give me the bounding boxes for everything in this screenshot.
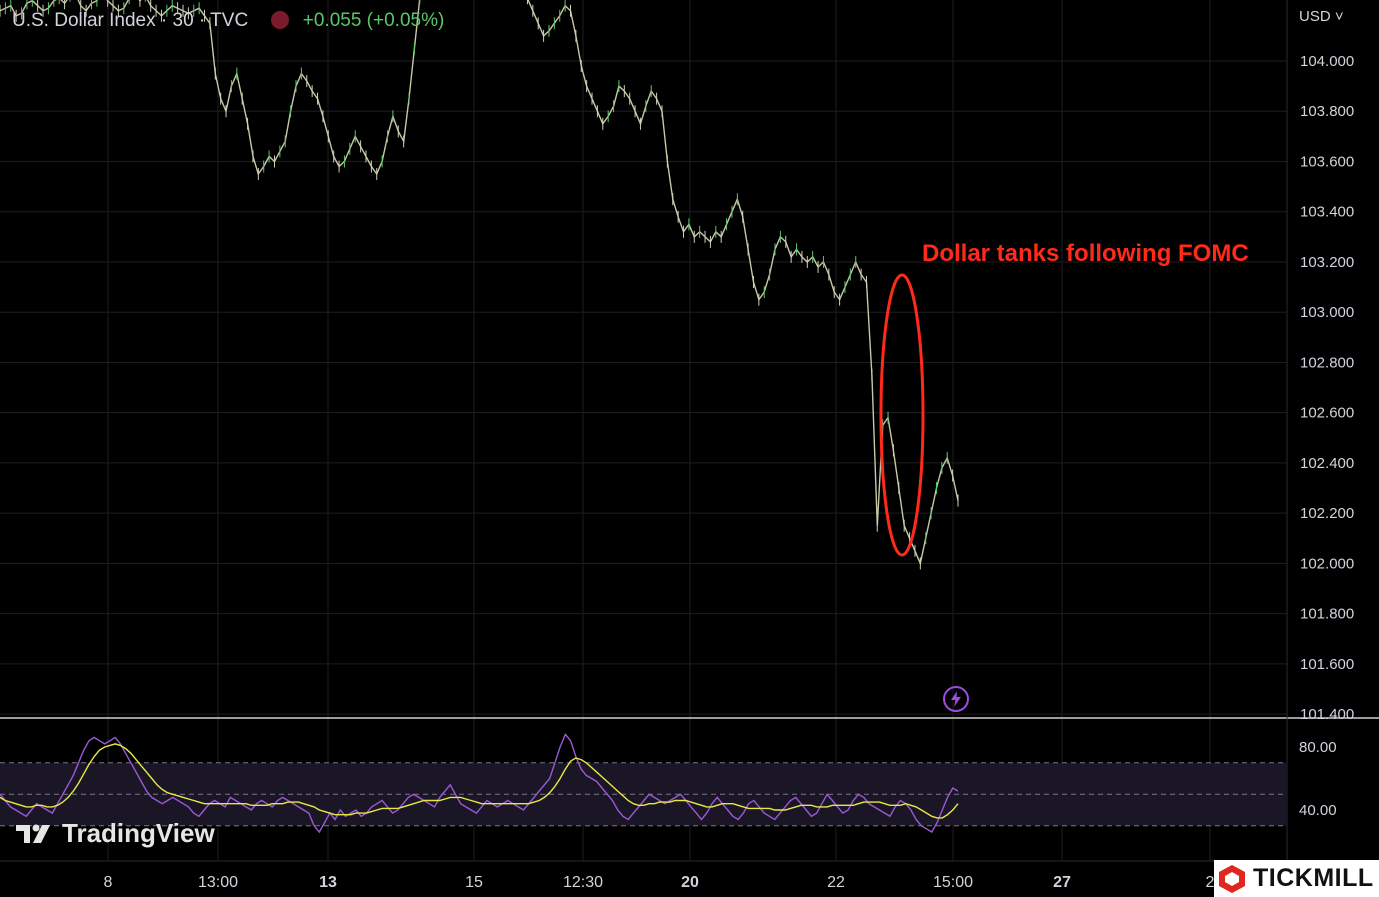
price-tick-label: 102.600 bbox=[1300, 405, 1354, 422]
price-tick-label: 101.600 bbox=[1300, 656, 1354, 673]
rsi-axis: 80.00 40.00 bbox=[1299, 739, 1337, 819]
rsi-tick-label: 80.00 bbox=[1299, 739, 1337, 756]
price-tick-label: 103.200 bbox=[1300, 254, 1354, 271]
time-tick-label: 15:00 bbox=[933, 874, 973, 891]
price-tick-label: 102.000 bbox=[1300, 555, 1354, 572]
price-tick-label: 103.800 bbox=[1300, 103, 1354, 120]
rsi-bands bbox=[0, 762, 1287, 827]
flag-icon bbox=[271, 11, 290, 29]
chart-header: U.S. Dollar Index · 30 · TVC +0.055 (+0.… bbox=[12, 10, 444, 32]
price-tick-label: 101.400 bbox=[1300, 706, 1354, 723]
tickmill-logo: TICKMILL bbox=[1214, 860, 1379, 897]
symbol-title[interactable]: U.S. Dollar Index · 30 · TVC bbox=[12, 10, 248, 31]
tickmill-wordmark: TICKMILL bbox=[1253, 864, 1374, 892]
tickmill-icon bbox=[1219, 864, 1245, 893]
price-tick-label: 101.800 bbox=[1300, 606, 1354, 623]
lightning-icon[interactable] bbox=[943, 686, 969, 712]
currency-selector[interactable]: USD ˅ bbox=[1299, 8, 1344, 25]
time-tick-label: 20 bbox=[681, 874, 699, 891]
price-line bbox=[0, 0, 959, 566]
time-tick-label: 13:00 bbox=[198, 874, 238, 891]
price-tick-label: 103.000 bbox=[1300, 304, 1354, 321]
price-change: +0.055 (+0.05%) bbox=[302, 10, 445, 31]
price-tick-label: 102.200 bbox=[1300, 505, 1354, 522]
price-tick-label: 103.600 bbox=[1300, 153, 1354, 170]
time-tick-label: 15 bbox=[465, 874, 483, 891]
time-tick-label: 8 bbox=[104, 874, 113, 891]
price-tick-label: 102.800 bbox=[1300, 354, 1354, 371]
time-tick-label: 13 bbox=[319, 874, 337, 891]
tradingview-icon bbox=[16, 824, 50, 843]
price-tick-label: 102.400 bbox=[1300, 455, 1354, 472]
tradingview-wordmark: TradingView bbox=[62, 818, 215, 848]
price-tick-label: 104.000 bbox=[1300, 53, 1354, 70]
time-axis[interactable]: 8 13:00 13 15 12:30 20 22 15:00 27 2 bbox=[104, 874, 1215, 891]
time-tick-label: 12:30 bbox=[563, 874, 603, 891]
grid-lines bbox=[0, 0, 1379, 862]
rsi-tick-label: 40.00 bbox=[1299, 802, 1337, 819]
tradingview-logo: TradingView bbox=[16, 818, 215, 849]
chart-canvas[interactable]: 104.000 103.800 103.600 103.400 103.200 103.0… bbox=[0, 0, 1379, 897]
time-tick-label: 27 bbox=[1053, 874, 1071, 891]
price-series bbox=[0, 0, 959, 570]
price-tick-label: 103.400 bbox=[1300, 204, 1354, 221]
annotation-label: Dollar tanks following FOMC bbox=[922, 240, 1249, 267]
time-tick-label: 22 bbox=[827, 874, 845, 891]
price-axis[interactable]: 104.000 103.800 103.600 103.400 103.200 103.0… bbox=[1300, 53, 1354, 723]
